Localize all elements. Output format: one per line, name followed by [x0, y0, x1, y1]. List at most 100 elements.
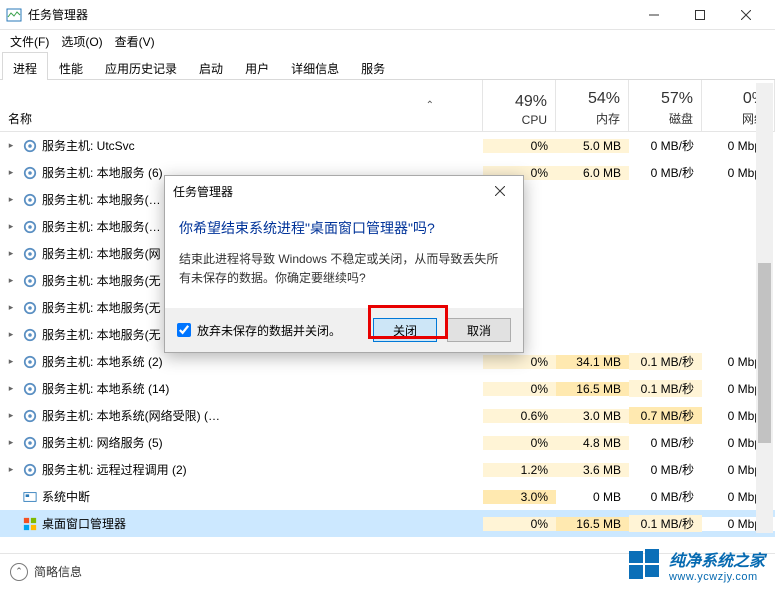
process-name: 服务主机: 本地服务(网	[42, 245, 161, 262]
app-icon	[6, 7, 22, 23]
cpu-usage-pct: 49%	[491, 93, 547, 111]
memory-cell: 16.5 MB	[556, 382, 629, 396]
menu-file[interactable]: 文件(F)	[4, 31, 55, 52]
scrollbar-thumb[interactable]	[758, 263, 771, 443]
tab-startup[interactable]: 启动	[188, 52, 234, 79]
process-icon	[22, 408, 38, 424]
disk-cell: 0 MB/秒	[629, 461, 702, 478]
dialog-cancel-button[interactable]: 取消	[447, 318, 511, 342]
vertical-scrollbar[interactable]	[756, 83, 773, 533]
expand-icon[interactable]: ▸	[4, 248, 18, 259]
dialog-title: 任务管理器	[173, 183, 485, 200]
memory-usage-pct: 54%	[564, 90, 620, 108]
table-row[interactable]: ▸服务主机: 本地系统 (14)0%16.5 MB0.1 MB/秒0 Mbps	[0, 375, 775, 402]
memory-cell: 4.8 MB	[556, 436, 629, 450]
process-icon	[22, 219, 38, 235]
process-name: 服务主机: 网络服务 (5)	[42, 434, 163, 451]
process-name: 服务主机: 本地服务(无	[42, 326, 161, 343]
expand-icon[interactable]: ▸	[4, 275, 18, 286]
process-name: 系统中断	[42, 488, 90, 505]
process-name: 服务主机: 本地服务(无	[42, 299, 161, 316]
memory-cell: 5.0 MB	[556, 139, 629, 153]
expand-icon[interactable]: ▸	[4, 464, 18, 475]
disk-cell: 0.1 MB/秒	[629, 380, 702, 397]
confirm-dialog: 任务管理器 你希望结束系统进程"桌面窗口管理器"吗? 结束此进程将导致 Wind…	[164, 175, 524, 353]
maximize-button[interactable]	[677, 0, 723, 30]
dialog-message: 结束此进程将导致 Windows 不稳定或关闭，从而导致丢失所有未保存的数据。你…	[179, 250, 509, 288]
tab-details[interactable]: 详细信息	[280, 52, 350, 79]
memory-cell: 3.0 MB	[556, 409, 629, 423]
dialog-shutdown-button[interactable]: 关闭	[373, 318, 437, 342]
expand-icon[interactable]: ▸	[4, 302, 18, 313]
window-title: 任务管理器	[28, 6, 631, 23]
disk-usage-pct: 57%	[637, 90, 693, 108]
table-header: 名称 ⌃ 49% CPU 54% 内存 57% 磁盘 0% 网络	[0, 80, 775, 132]
disk-cell: 0 MB/秒	[629, 137, 702, 154]
column-name[interactable]: 名称 ⌃	[0, 80, 483, 131]
process-name: 服务主机: 本地服务(…	[42, 191, 161, 208]
table-row[interactable]: ▸服务主机: 本地系统(网络受限) (…0.6%3.0 MB0.7 MB/秒0 …	[0, 402, 775, 429]
cpu-cell: 0.6%	[483, 409, 556, 423]
tab-performance[interactable]: 性能	[48, 52, 94, 79]
expand-icon[interactable]: ▸	[4, 356, 18, 367]
minimize-button[interactable]	[631, 0, 677, 30]
table-row[interactable]: 桌面窗口管理器0%16.5 MB0.1 MB/秒0 Mbps	[0, 510, 775, 537]
expand-icon[interactable]: ▸	[4, 194, 18, 205]
fewer-details-toggle[interactable]: ⌃ 简略信息	[10, 563, 82, 581]
expand-icon[interactable]: ▸	[4, 140, 18, 151]
memory-cell: 34.1 MB	[556, 355, 629, 369]
memory-cell: 0 MB	[556, 490, 629, 504]
abandon-data-checkbox[interactable]	[177, 323, 191, 337]
dialog-close-button[interactable]	[485, 176, 515, 206]
tab-app-history[interactable]: 应用历史记录	[94, 52, 188, 79]
process-name: 桌面窗口管理器	[42, 515, 126, 532]
watermark-logo-icon	[627, 547, 663, 583]
column-cpu-label: CPU	[491, 113, 547, 127]
process-icon	[22, 516, 38, 532]
process-icon	[22, 327, 38, 343]
column-disk[interactable]: 57% 磁盘	[629, 80, 702, 131]
expand-icon[interactable]: ▸	[4, 329, 18, 340]
process-icon	[22, 354, 38, 370]
table-row[interactable]: ▸服务主机: 远程过程调用 (2)1.2%3.6 MB0 MB/秒0 Mbps	[0, 456, 775, 483]
table-row[interactable]: 系统中断3.0%0 MB0 MB/秒0 Mbps	[0, 483, 775, 510]
disk-cell: 0.7 MB/秒	[629, 407, 702, 424]
cpu-cell: 1.2%	[483, 463, 556, 477]
memory-cell: 16.5 MB	[556, 517, 629, 531]
table-row[interactable]: ▸服务主机: 网络服务 (5)0%4.8 MB0 MB/秒0 Mbps	[0, 429, 775, 456]
tab-processes[interactable]: 进程	[2, 52, 48, 80]
disk-cell: 0 MB/秒	[629, 488, 702, 505]
expand-icon[interactable]: ▸	[4, 410, 18, 421]
expand-icon[interactable]: ▸	[4, 437, 18, 448]
expand-icon[interactable]: ▸	[4, 383, 18, 394]
disk-cell: 0 MB/秒	[629, 164, 702, 181]
expand-icon[interactable]: ▸	[4, 167, 18, 178]
memory-cell: 6.0 MB	[556, 166, 629, 180]
menubar: 文件(F) 选项(O) 查看(V)	[0, 30, 775, 52]
process-icon	[22, 273, 38, 289]
column-memory[interactable]: 54% 内存	[556, 80, 629, 131]
process-icon	[22, 381, 38, 397]
process-name: 服务主机: 本地系统(网络受限) (…	[42, 407, 220, 424]
process-name: 服务主机: 本地服务 (6)	[42, 164, 163, 181]
collapse-icon: ⌃	[10, 563, 28, 581]
table-row[interactable]: ▸服务主机: UtcSvc0%5.0 MB0 MB/秒0 Mbps	[0, 132, 775, 159]
menu-view[interactable]: 查看(V)	[109, 31, 161, 52]
sort-indicator-icon: ⌃	[426, 100, 434, 111]
process-name: 服务主机: UtcSvc	[42, 137, 135, 154]
tab-services[interactable]: 服务	[350, 52, 396, 79]
tab-users[interactable]: 用户	[234, 52, 280, 79]
close-button[interactable]	[723, 0, 769, 30]
disk-cell: 0.1 MB/秒	[629, 353, 702, 370]
process-icon	[22, 462, 38, 478]
abandon-data-checkbox-wrap[interactable]: 放弃未保存的数据并关闭。	[177, 322, 363, 339]
cpu-cell: 0%	[483, 355, 556, 369]
process-name: 服务主机: 本地系统 (2)	[42, 353, 163, 370]
expand-icon[interactable]: ▸	[4, 221, 18, 232]
process-icon	[22, 138, 38, 154]
menu-options[interactable]: 选项(O)	[55, 31, 108, 52]
cpu-cell: 0%	[483, 517, 556, 531]
column-cpu[interactable]: 49% CPU	[483, 80, 556, 131]
watermark-text: 纯净系统之家	[669, 547, 765, 571]
cpu-cell: 0%	[483, 436, 556, 450]
